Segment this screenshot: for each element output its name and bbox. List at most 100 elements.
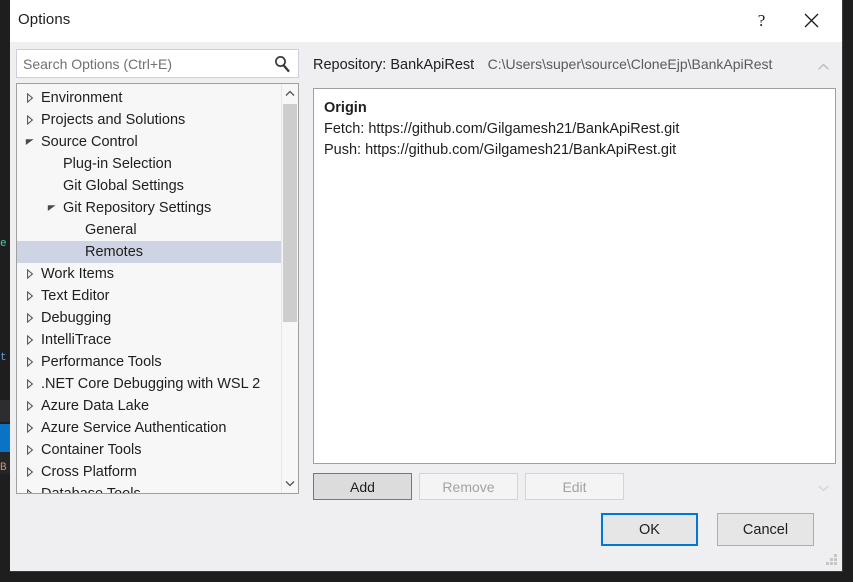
tree-item-database-tools[interactable]: Database Tools	[17, 483, 281, 493]
chevron-right-icon[interactable]	[22, 373, 38, 395]
backdrop-gutter	[0, 0, 10, 582]
chevron-up-icon[interactable]	[814, 58, 832, 76]
options-content-pane: Repository: BankApiRest C:\Users\super\s…	[313, 42, 836, 503]
chevron-down-filled-icon[interactable]	[44, 197, 60, 219]
backdrop-band	[0, 400, 10, 422]
options-tree[interactable]: Environment Projects and Solutions Source …	[16, 83, 299, 494]
tree-item-label: Work Items	[41, 266, 115, 282]
grip-dot	[834, 562, 837, 565]
tree-item-cross-platform[interactable]: Cross Platform	[17, 461, 281, 483]
chevron-right-icon[interactable]	[22, 439, 38, 461]
chevron-right-icon[interactable]	[22, 461, 38, 483]
tree-item-plug-in-selection[interactable]: Plug-in Selection	[17, 153, 281, 175]
repository-header: Repository: BankApiRest C:\Users\super\s…	[313, 42, 836, 88]
grip-dot	[826, 562, 829, 565]
tree-item-intellitrace[interactable]: IntelliTrace	[17, 329, 281, 351]
tree-item-azure-service-authentication[interactable]: Azure Service Authentication	[17, 417, 281, 439]
add-remote-button[interactable]: Add	[313, 473, 412, 500]
chevron-right-icon[interactable]	[22, 329, 38, 351]
resize-grip-icon[interactable]	[825, 554, 838, 567]
tree-item-text-editor[interactable]: Text Editor	[17, 285, 281, 307]
tree-item-work-items[interactable]: Work Items	[17, 263, 281, 285]
scroll-up-button[interactable]	[282, 85, 298, 102]
dialog-footer: OK Cancel	[10, 508, 842, 571]
dialog-body: Environment Projects and Solutions Source …	[10, 42, 842, 510]
tree-item-label: Plug-in Selection	[63, 156, 172, 172]
dialog-title: Options	[18, 11, 71, 28]
tree-item-label: Environment	[41, 90, 123, 106]
options-tree-rows: Environment Projects and Solutions Source …	[17, 87, 281, 493]
scrollbar-thumb[interactable]	[283, 104, 297, 322]
tree-item-label: Cross Platform	[41, 464, 137, 480]
close-icon	[804, 13, 819, 28]
remote-push-url: Push: https://github.com/Gilgamesh21/Ban…	[324, 142, 677, 158]
chevron-right-icon[interactable]	[22, 285, 38, 307]
backdrop-code-fragment: e	[0, 238, 7, 250]
tree-item-label: Projects and Solutions	[41, 112, 186, 128]
remove-remote-button[interactable]: Remove	[419, 473, 518, 500]
dialog-titlebar: Options ?	[10, 0, 842, 42]
repository-path: C:\Users\super\source\CloneEjp\BankApiRe…	[487, 56, 773, 72]
grip-dot	[834, 554, 837, 557]
search-box[interactable]	[16, 49, 299, 78]
chevron-down-filled-icon[interactable]	[22, 131, 38, 153]
remote-actions-row: Add Remove Edit	[313, 473, 836, 503]
question-mark-icon: ?	[757, 10, 766, 30]
repository-label: Repository: BankApiRest	[313, 57, 475, 73]
chevron-down-icon[interactable]	[814, 479, 832, 497]
ok-button[interactable]: OK	[601, 513, 698, 546]
tree-item-label: .NET Core Debugging with WSL 2	[41, 376, 261, 392]
cancel-button[interactable]: Cancel	[717, 513, 814, 546]
help-button[interactable]: ?	[739, 0, 784, 41]
remote-name: Origin	[324, 100, 367, 116]
grip-dot	[834, 558, 837, 561]
tree-item-label: Text Editor	[41, 288, 110, 304]
tree-item-debugging[interactable]: Debugging	[17, 307, 281, 329]
chevron-right-icon[interactable]	[22, 87, 38, 109]
remotes-list[interactable]: Origin Fetch: https://github.com/Gilgame…	[313, 88, 836, 464]
search-icon[interactable]	[272, 54, 292, 74]
close-button[interactable]	[789, 0, 834, 41]
tree-item-net-core-debugging-with-wsl-2[interactable]: .NET Core Debugging with WSL 2	[17, 373, 281, 395]
grip-dot	[830, 558, 833, 561]
tree-item-label: Git Repository Settings	[63, 200, 212, 216]
tree-item-label: Azure Service Authentication	[41, 420, 227, 436]
tree-item-label: Source Control	[41, 134, 138, 150]
tree-item-performance-tools[interactable]: Performance Tools	[17, 351, 281, 373]
edit-remote-button[interactable]: Edit	[525, 473, 624, 500]
tree-item-remotes[interactable]: Remotes	[17, 241, 281, 263]
tree-item-label: Debugging	[41, 310, 112, 326]
grip-dot	[830, 562, 833, 565]
tree-item-container-tools[interactable]: Container Tools	[17, 439, 281, 461]
chevron-right-icon[interactable]	[22, 263, 38, 285]
backdrop-band	[0, 424, 10, 452]
tree-item-environment[interactable]: Environment	[17, 87, 281, 109]
chevron-right-icon[interactable]	[22, 109, 38, 131]
tree-item-azure-data-lake[interactable]: Azure Data Lake	[17, 395, 281, 417]
remote-fetch-url: Fetch: https://github.com/Gilgamesh21/Ba…	[324, 121, 680, 137]
backdrop-code-fragment: B	[0, 462, 7, 474]
scroll-down-button[interactable]	[282, 475, 298, 492]
chevron-right-icon[interactable]	[22, 351, 38, 373]
tree-scrollbar[interactable]	[281, 84, 298, 493]
tree-item-source-control[interactable]: Source Control	[17, 131, 281, 153]
tree-item-label: Performance Tools	[41, 354, 162, 370]
remote-entry[interactable]: Origin Fetch: https://github.com/Gilgame…	[324, 98, 825, 161]
search-input[interactable]	[17, 50, 267, 77]
tree-item-projects-and-solutions[interactable]: Projects and Solutions	[17, 109, 281, 131]
tree-item-general[interactable]: General	[17, 219, 281, 241]
options-dialog: Options ? Search Options (Ctrl+E) Enviro…	[10, 0, 843, 572]
tree-item-label: IntelliTrace	[41, 332, 112, 348]
tree-item-label: General	[85, 222, 137, 238]
chevron-right-icon[interactable]	[22, 307, 38, 329]
chevron-right-icon[interactable]	[22, 417, 38, 439]
chevron-right-icon[interactable]	[22, 483, 38, 493]
tree-item-git-repository-settings[interactable]: Git Repository Settings	[17, 197, 281, 219]
tree-item-label: Remotes	[85, 244, 144, 260]
tree-item-label: Container Tools	[41, 442, 142, 458]
chevron-right-icon[interactable]	[22, 395, 38, 417]
options-navigation-pane: Environment Projects and Solutions Source …	[16, 49, 299, 494]
tree-item-git-global-settings[interactable]: Git Global Settings	[17, 175, 281, 197]
tree-item-label: Azure Data Lake	[41, 398, 150, 414]
backdrop-code-fragment: t	[0, 352, 7, 364]
